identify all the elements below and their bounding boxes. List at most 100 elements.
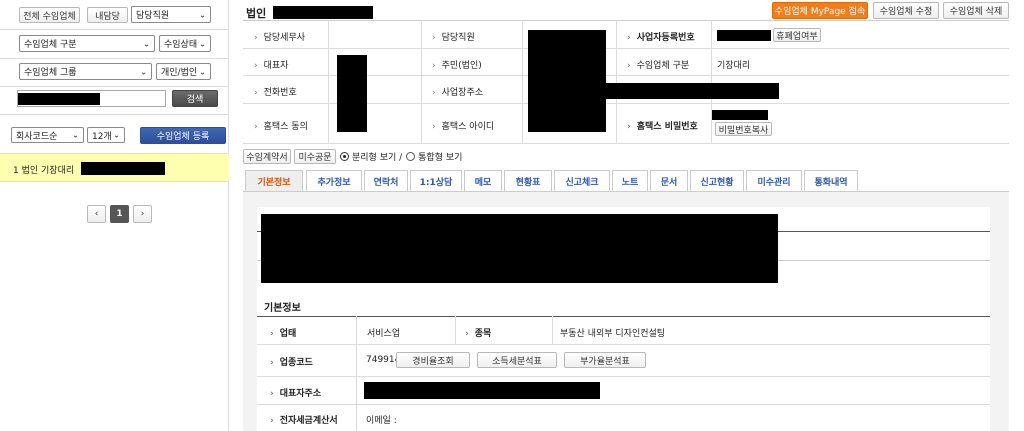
merged-view-radio[interactable]	[406, 152, 416, 161]
einvoice-label: › 전자세금계산서	[270, 416, 338, 426]
tax-agent-label-text: 담당세무사	[263, 33, 306, 43]
item-label: › 종목	[465, 329, 492, 339]
hometax-pw-label: › 홈택스 비밀번호	[627, 122, 698, 132]
hometax-id-label-text: 홈택스 아이디	[441, 122, 495, 132]
basic-info-title: 기본정보	[264, 303, 301, 314]
tab-call-history[interactable]: 통화내역	[804, 170, 858, 191]
redacted-client-name	[81, 162, 165, 175]
unpaid-notice-button[interactable]: 미수공문	[294, 149, 336, 164]
info-row-divider	[243, 143, 1009, 144]
client-status-select[interactable]: 수임상태 ⌄	[159, 35, 211, 52]
expense-rate-button[interactable]: 경비율조회	[396, 352, 470, 368]
basic-info-top-border	[257, 316, 990, 317]
ceo-label-text: 대표자	[263, 61, 289, 71]
staff-select[interactable]: 담당직원 ⌄	[131, 6, 211, 23]
chevron-down-icon: ⌄	[113, 130, 120, 140]
tab-memo[interactable]: 메모	[464, 170, 502, 191]
page-size-select[interactable]: 12개 ⌄	[87, 127, 125, 143]
tab-report-check[interactable]: 신고체크	[554, 170, 610, 191]
biz-no-label-text: 사업자등록번호	[636, 33, 695, 43]
chevron-down-icon: ⌄	[199, 10, 206, 19]
prev-page-button[interactable]: ‹	[87, 205, 106, 223]
client-group-value: 수임업체 그룹	[24, 68, 77, 78]
tab-status[interactable]: 현황표	[504, 170, 552, 191]
tab-report-status[interactable]: 신고현황	[690, 170, 744, 191]
phone-label-text: 전화번호	[263, 88, 297, 98]
copy-password-button[interactable]: 비밀번호복사	[715, 122, 772, 136]
contract-button[interactable]: 수임계약서	[243, 149, 291, 164]
next-page-button[interactable]: ›	[133, 205, 152, 223]
sort-select[interactable]: 회사코드순 ⌄	[11, 127, 84, 143]
tab-note[interactable]: 노트	[612, 170, 648, 191]
redacted-ceo-phone	[337, 55, 367, 132]
chevron-down-icon: ⌄	[72, 130, 79, 140]
tab-extra-info[interactable]: 추가정보	[306, 170, 362, 191]
current-page-button[interactable]: 1	[110, 205, 129, 223]
einvoice-label-text: 전자세금계산서	[279, 416, 338, 426]
industry-code-label: › 업종코드	[270, 358, 313, 368]
personal-corp-value: 개인/법인	[161, 68, 198, 78]
split-view-label: 분리형 보기 /	[352, 153, 403, 163]
redacted-address	[600, 83, 779, 99]
sort-select-value: 회사코드순	[16, 131, 58, 142]
ceo-address-label: › 대표자주소	[270, 389, 322, 399]
item-value: 부동산 내외부 디자인컨설팅	[560, 329, 666, 339]
business-value: 서비스업	[367, 329, 401, 339]
staff-label: › 담당직원	[432, 33, 475, 43]
ceo-address-label-text: 대표자주소	[279, 389, 322, 399]
basic-col-divider	[552, 316, 553, 344]
vat-analysis-button[interactable]: 부가율분석표	[564, 352, 646, 368]
tab-contacts[interactable]: 연락처	[364, 170, 408, 191]
search-button[interactable]: 검색	[172, 90, 218, 107]
info-col-divider	[421, 20, 422, 143]
client-group-select[interactable]: 수임업체 그룹 ⌄	[19, 63, 152, 80]
phone-label: › 전화번호	[254, 88, 297, 98]
email-label: 이메일 :	[366, 416, 397, 426]
tab-unpaid[interactable]: 미수관리	[746, 170, 802, 191]
business-label: › 업태	[270, 329, 297, 339]
redacted-content-block	[261, 214, 778, 283]
tab-basic-info[interactable]: 기본정보	[245, 170, 303, 191]
client-type-select[interactable]: 수임업체 구분 ⌄	[19, 35, 155, 52]
view-mode-group: 분리형 보기 / 통합형 보기	[340, 150, 462, 163]
client-type-value: 기장대리	[717, 61, 751, 71]
chevron-down-icon: ⌄	[199, 67, 206, 76]
my-clients-button[interactable]: 내담당	[87, 7, 128, 23]
hometax-pw-label-text: 홈택스 비밀번호	[636, 122, 698, 132]
redacted-client-title	[273, 6, 373, 19]
client-type-label: › 수임업체 구분	[627, 61, 690, 71]
hometax-consent-label-text: 홈택스 동의	[263, 122, 308, 132]
redacted-ceo-address	[364, 382, 600, 399]
all-clients-button[interactable]: 전체 수임업체	[19, 7, 80, 23]
tax-agent-label: › 담당세무사	[254, 33, 306, 43]
redacted-hometax-pw	[712, 110, 768, 120]
info-col-divider	[616, 20, 617, 143]
basic-row-divider	[257, 376, 990, 377]
mypage-button[interactable]: 수임업체 MyPage 접속	[772, 2, 868, 19]
info-col-divider	[328, 20, 329, 143]
client-type-label-text: 수임업체 구분	[636, 61, 690, 71]
hometax-id-label: › 홈택스 아이디	[432, 122, 495, 132]
merged-view-label: 통합형 보기	[418, 153, 463, 163]
edit-client-button[interactable]: 수임업체 수정	[873, 2, 939, 19]
closed-check-button[interactable]: 휴폐업여부	[773, 28, 821, 42]
basic-col-divider	[356, 316, 357, 431]
personal-corp-select[interactable]: 개인/법인 ⌄	[156, 63, 211, 80]
register-client-button[interactable]: 수임업체 등록	[140, 127, 226, 144]
industry-code-label-text: 업종코드	[279, 358, 313, 368]
income-tax-analysis-button[interactable]: 소득세분석표	[477, 352, 557, 368]
redacted-search-text	[18, 93, 100, 105]
list-item[interactable]: 1 법인 기장대리	[0, 153, 229, 182]
staff-select-value: 담당직원	[136, 11, 170, 21]
tab-consultation[interactable]: 1:1상담	[410, 170, 462, 191]
page-size-value: 12개	[92, 131, 112, 142]
ceo-label: › 대표자	[254, 61, 289, 71]
basic-row-divider	[257, 404, 990, 405]
list-item-label: 1 법인 기장대리	[13, 166, 75, 176]
split-view-radio[interactable]	[340, 152, 349, 161]
delete-client-button[interactable]: 수임업체 삭제	[943, 2, 1009, 19]
redacted-staff-rrn-id	[528, 30, 606, 132]
info-top-border	[243, 20, 1009, 21]
info-row-divider	[243, 48, 1009, 49]
tab-documents[interactable]: 문서	[650, 170, 688, 191]
